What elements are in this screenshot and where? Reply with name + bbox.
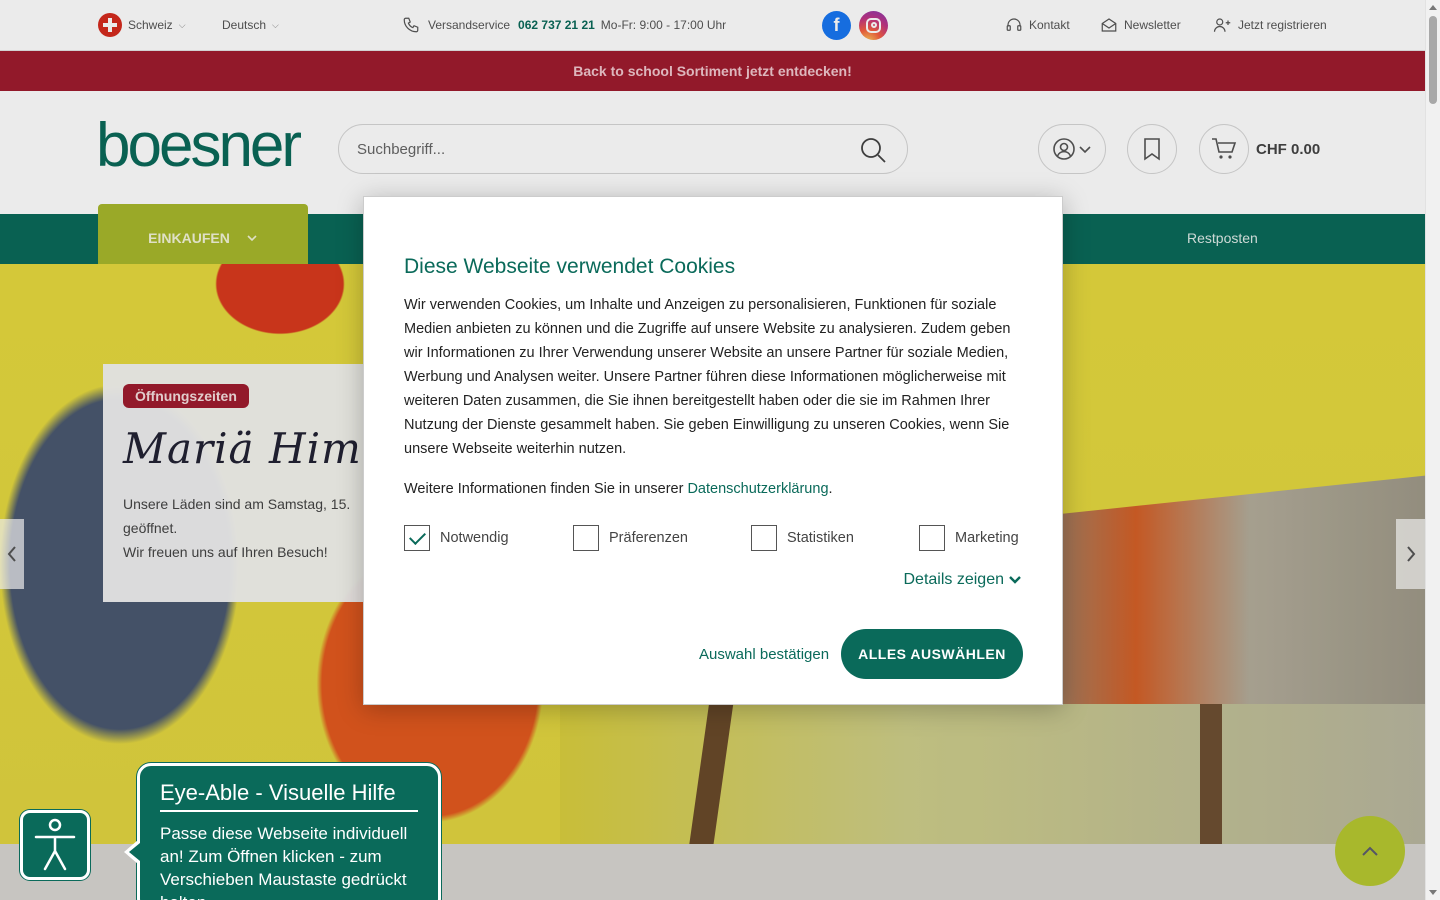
cookie-body: Wir verwenden Cookies, um Inhalte und An…	[404, 297, 1011, 457]
scroll-to-top-button[interactable]	[1335, 816, 1405, 886]
tooltip-title: Eye-Able - Visuelle Hilfe	[160, 780, 418, 812]
cookie-more-info: Weitere Informationen finden Sie in unse…	[404, 481, 833, 497]
checkbox-necessary[interactable]	[404, 525, 430, 551]
privacy-policy-link[interactable]: Datenschutzerklärung	[687, 481, 828, 497]
checkbox-label: Notwendig	[440, 530, 509, 546]
checkbox-label: Statistiken	[787, 530, 854, 546]
accessibility-tooltip[interactable]: Eye-Able - Visuelle Hilfe Passe diese We…	[124, 763, 441, 900]
page-scrollbar[interactable]	[1425, 0, 1440, 900]
tooltip-text: Passe diese Webseite individuell an! Zum…	[160, 824, 408, 900]
scroll-up-arrow[interactable]	[1429, 5, 1437, 10]
checkbox-label: Marketing	[955, 530, 1019, 546]
checkbox-marketing[interactable]	[919, 525, 945, 551]
cookie-dialog: Diese Webseite verwendet Cookies Wir ver…	[363, 196, 1063, 705]
cookie-option-necessary[interactable]: Notwendig	[404, 525, 509, 551]
cookie-title: Diese Webseite verwendet Cookies	[404, 255, 736, 278]
confirm-selection-button[interactable]: Auswahl bestätigen	[699, 646, 829, 663]
checkbox-statistics[interactable]	[751, 525, 777, 551]
accessibility-icon	[34, 818, 76, 871]
chevron-up-icon	[1362, 846, 1378, 856]
scroll-thumb[interactable]	[1429, 16, 1437, 104]
scroll-down-arrow[interactable]	[1429, 890, 1437, 895]
cookie-more-prefix: Weitere Informationen finden Sie in unse…	[404, 481, 688, 497]
checkbox-label: Präferenzen	[609, 530, 688, 546]
cookie-option-marketing[interactable]: Marketing	[919, 525, 1019, 551]
details-toggle[interactable]: Details zeigen	[904, 571, 1023, 589]
cookie-option-statistics[interactable]: Statistiken	[751, 525, 854, 551]
details-label: Details zeigen	[903, 571, 1005, 588]
select-all-button[interactable]: ALLES AUSWÄHLEN	[841, 629, 1023, 679]
cookie-more-suffix: .	[828, 481, 833, 497]
chevron-down-icon	[1009, 576, 1021, 584]
checkbox-preferences[interactable]	[573, 525, 599, 551]
accessibility-button[interactable]	[20, 810, 90, 880]
cookie-option-preferences[interactable]: Präferenzen	[573, 525, 688, 551]
